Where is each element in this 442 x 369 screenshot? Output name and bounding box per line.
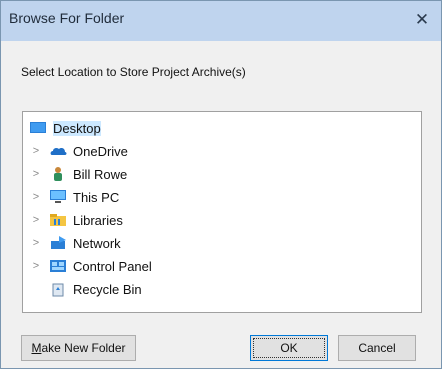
libraries-folder-icon — [49, 212, 67, 228]
tree-item-onedrive[interactable]: > OneDrive — [29, 140, 128, 162]
button-label: ake New Folder — [41, 341, 126, 355]
cancel-button[interactable]: Cancel — [338, 335, 416, 361]
instruction-text: Select Location to Store Project Archive… — [21, 65, 246, 79]
close-icon[interactable]: ✕ — [409, 7, 435, 33]
network-icon — [49, 235, 67, 251]
user-icon — [49, 166, 67, 182]
tree-item-this-pc[interactable]: > This PC — [29, 186, 119, 208]
tree-item-recycle-bin[interactable]: Recycle Bin — [49, 278, 142, 300]
onedrive-cloud-icon — [49, 143, 67, 159]
tree-item-label: OneDrive — [73, 143, 128, 159]
button-label: Cancel — [358, 341, 396, 355]
expand-chevron-icon[interactable]: > — [29, 168, 43, 180]
browse-for-folder-dialog: Browse For Folder ✕ Select Location to S… — [0, 0, 442, 369]
expand-chevron-icon[interactable]: > — [29, 214, 43, 226]
desktop-icon — [29, 120, 47, 136]
tree-item-label: This PC — [73, 189, 120, 205]
computer-icon — [49, 189, 67, 205]
tree-item-label: Network — [73, 235, 121, 251]
recycle-bin-icon — [49, 281, 67, 297]
expand-chevron-icon[interactable]: > — [29, 191, 43, 203]
title-bar[interactable]: Browse For Folder ✕ — [1, 1, 441, 41]
tree-item-desktop[interactable]: Desktop — [29, 117, 101, 139]
folder-tree[interactable]: Desktop > OneDrive > Bill Rowe > This PC — [22, 111, 422, 313]
focus-rectangle: OK — [253, 338, 325, 358]
accelerator-key: M — [31, 341, 42, 355]
window-title: Browse For Folder — [9, 10, 125, 26]
expand-chevron-icon[interactable]: > — [29, 237, 43, 249]
tree-item-label: Libraries — [73, 212, 123, 228]
tree-item-label: Recycle Bin — [73, 281, 142, 297]
tree-item-network[interactable]: > Network — [29, 232, 121, 254]
make-new-folder-button[interactable]: Make New Folder — [21, 335, 136, 361]
control-panel-icon — [49, 258, 67, 274]
expand-chevron-icon[interactable]: > — [29, 145, 43, 157]
ok-button[interactable]: OK — [250, 335, 328, 361]
expand-chevron-icon[interactable]: > — [29, 260, 43, 272]
tree-item-label: Bill Rowe — [73, 166, 128, 182]
tree-item-libraries[interactable]: > Libraries — [29, 209, 123, 231]
tree-item-control-panel[interactable]: > Control Panel — [29, 255, 152, 277]
tree-item-label: Control Panel — [73, 258, 152, 274]
tree-item-bill-rowe[interactable]: > Bill Rowe — [29, 163, 127, 185]
button-label: OK — [280, 341, 298, 355]
tree-item-label: Desktop — [53, 120, 101, 136]
